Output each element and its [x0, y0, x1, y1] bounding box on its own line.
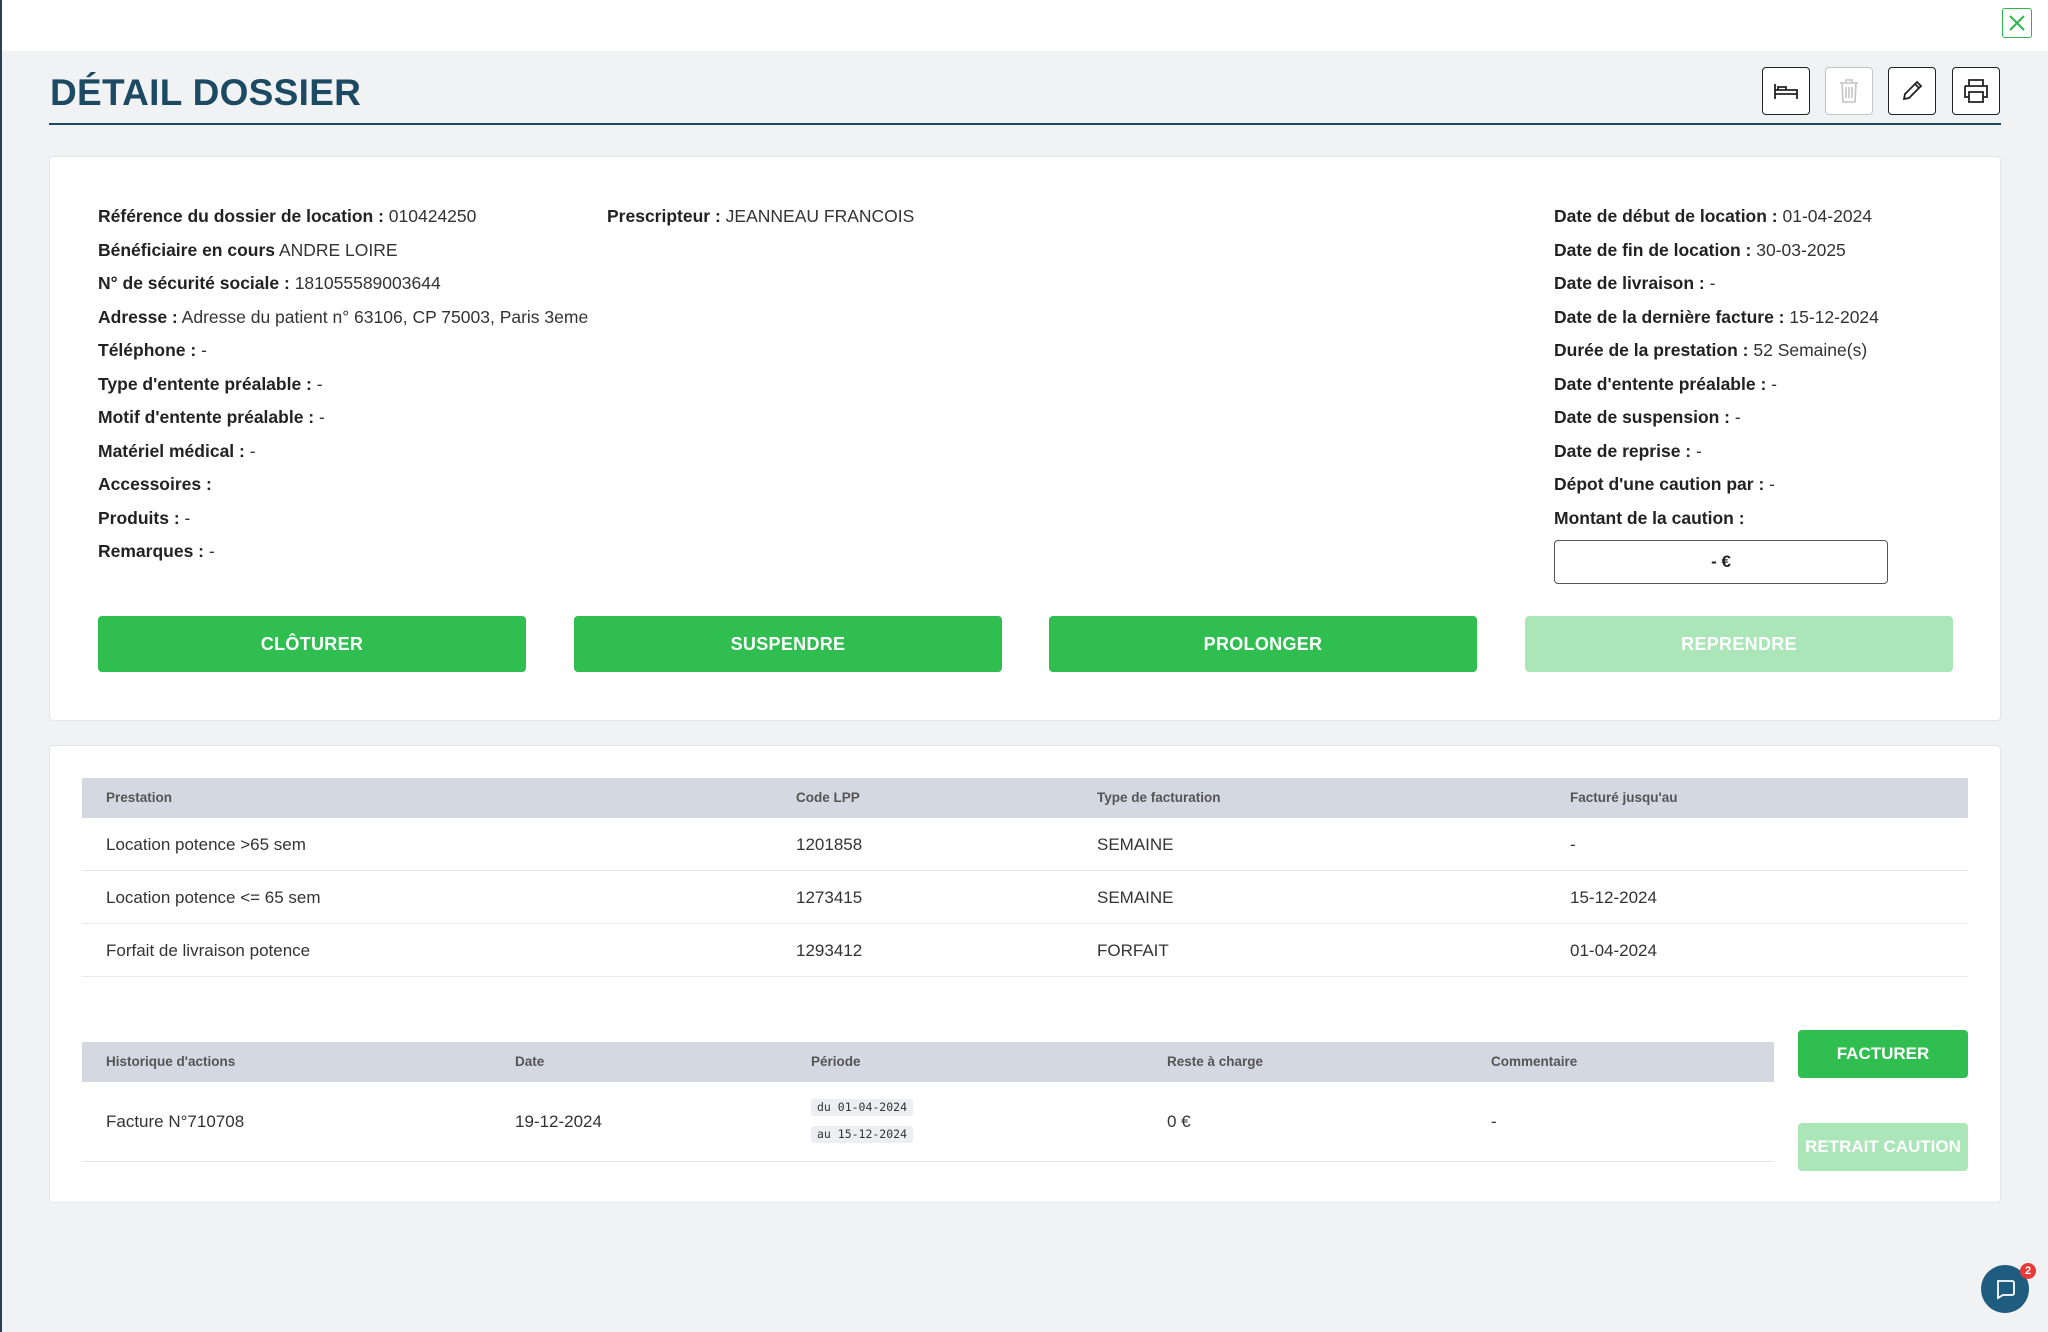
printer-icon [1964, 79, 1988, 103]
cloturer-button[interactable]: CLÔTURER [98, 616, 526, 672]
cell-facture-jusquau: - [1570, 835, 1576, 854]
chat-icon [1997, 1280, 2015, 1300]
field-remarques: Remarques : - [98, 541, 215, 561]
cell-code-lpp: 1293412 [796, 941, 863, 960]
modal-top-bar [2, 0, 2048, 51]
field-prescripteur: Prescripteur : JEANNEAU FRANCOIS [607, 206, 915, 226]
chat-notification-badge: 2 [2020, 1263, 2036, 1279]
close-icon [2009, 15, 2025, 31]
close-button[interactable] [2002, 8, 2032, 38]
table-row: Facture N°710708 19-12-2024 du 01-04-202… [82, 1082, 1774, 1162]
cell-facture-jusquau: 15-12-2024 [1570, 888, 1657, 907]
field-reference: Référence du dossier de location : 01042… [98, 206, 477, 226]
field-type-entente: Type d'entente préalable : - [98, 374, 323, 394]
cell-type-facturation: SEMAINE [1097, 888, 1174, 907]
field-produits: Produits : - [98, 508, 191, 528]
field-date-livraison: Date de livraison : - [1554, 273, 1716, 293]
col-type-facturation: Type de facturation [1097, 790, 1221, 805]
col-prestation: Prestation [106, 790, 173, 805]
table-row: Location potence >65 sem 1201858 SEMAINE… [82, 818, 1968, 871]
title-divider [49, 123, 2001, 125]
field-materiel-medical: Matériel médical : - [98, 441, 256, 461]
cell-facture-jusquau: 01-04-2024 [1570, 941, 1657, 960]
col-reste-charge: Reste à charge [1167, 1054, 1264, 1069]
print-button[interactable] [1952, 67, 2000, 115]
cell-prestation: Location potence >65 sem [106, 835, 306, 854]
field-date-derniere-facture: Date de la dernière facture : 15-12-2024 [1554, 307, 1879, 327]
col-date: Date [515, 1054, 545, 1069]
edit-button[interactable] [1888, 67, 1936, 115]
caution-amount-field[interactable]: - € [1554, 540, 1888, 584]
cell-action: Facture N°710708 [106, 1112, 245, 1131]
suspendre-button[interactable]: SUSPENDRE [574, 616, 1002, 672]
col-commentaire: Commentaire [1491, 1054, 1578, 1069]
cell-type-facturation: FORFAIT [1097, 941, 1169, 960]
field-accessoires: Accessoires : [98, 474, 212, 494]
historique-table-header: Historique d'actions Date Période Reste … [82, 1042, 1774, 1082]
cell-prestation: Location potence <= 65 sem [106, 888, 321, 907]
cell-reste-charge: 0 € [1167, 1112, 1191, 1131]
field-date-debut: Date de début de location : 01-04-2024 [1554, 206, 1873, 226]
field-depot-caution: Dépot d'une caution par : - [1554, 474, 1775, 494]
cell-code-lpp: 1201858 [796, 835, 863, 854]
prolonger-button[interactable]: PROLONGER [1049, 616, 1477, 672]
field-date-reprise: Date de reprise : - [1554, 441, 1702, 461]
retrait-caution-button[interactable]: RETRAIT CAUTION [1798, 1123, 1968, 1171]
field-montant-caution: Montant de la caution : [1554, 508, 1745, 528]
col-historique: Historique d'actions [106, 1054, 236, 1069]
field-date-fin: Date de fin de location : 30-03-2025 [1554, 240, 1846, 260]
field-adresse: Adresse : Adresse du patient n° 63106, C… [98, 307, 589, 327]
period-from-tag: du 01-04-2024 [811, 1099, 914, 1116]
pencil-icon [1902, 80, 1923, 101]
col-code-lpp: Code LPP [796, 790, 860, 805]
field-securite-sociale: N° de sécurité sociale : 181055589003644 [98, 273, 441, 293]
cell-prestation: Forfait de livraison potence [106, 941, 311, 960]
col-periode: Période [811, 1054, 861, 1069]
field-date-suspension: Date de suspension : - [1554, 407, 1741, 427]
field-telephone: Téléphone : - [98, 340, 207, 360]
page-title: DÉTAIL DOSSIER [50, 72, 362, 113]
cell-type-facturation: SEMAINE [1097, 835, 1174, 854]
cell-code-lpp: 1273415 [796, 888, 863, 907]
facturer-button[interactable]: FACTURER [1798, 1030, 1968, 1078]
prestations-table-header: Prestation Code LPP Type de facturation … [82, 778, 1968, 818]
trash-icon [1840, 79, 1858, 103]
cell-date: 19-12-2024 [515, 1112, 602, 1131]
cell-commentaire: - [1491, 1112, 1497, 1131]
table-row: Location potence <= 65 sem 1273415 SEMAI… [82, 871, 1968, 924]
field-duree-prestation: Durée de la prestation : 52 Semaine(s) [1554, 340, 1868, 360]
bed-button[interactable] [1762, 67, 1810, 115]
period-to-tag: au 15-12-2024 [811, 1126, 914, 1143]
col-facture-jusquau: Facturé jusqu'au [1570, 790, 1678, 805]
field-beneficiaire: Bénéficiaire en cours ANDRE LOIRE [98, 240, 398, 260]
bed-icon [1774, 84, 1798, 99]
reprendre-button[interactable]: REPRENDRE [1525, 616, 1953, 672]
delete-button[interactable] [1825, 67, 1873, 115]
field-motif-entente: Motif d'entente préalable : - [98, 407, 325, 427]
window-left-edge [0, 0, 2, 1332]
table-row: Forfait de livraison potence 1293412 FOR… [82, 924, 1968, 977]
field-date-entente: Date d'entente préalable : - [1554, 374, 1777, 394]
